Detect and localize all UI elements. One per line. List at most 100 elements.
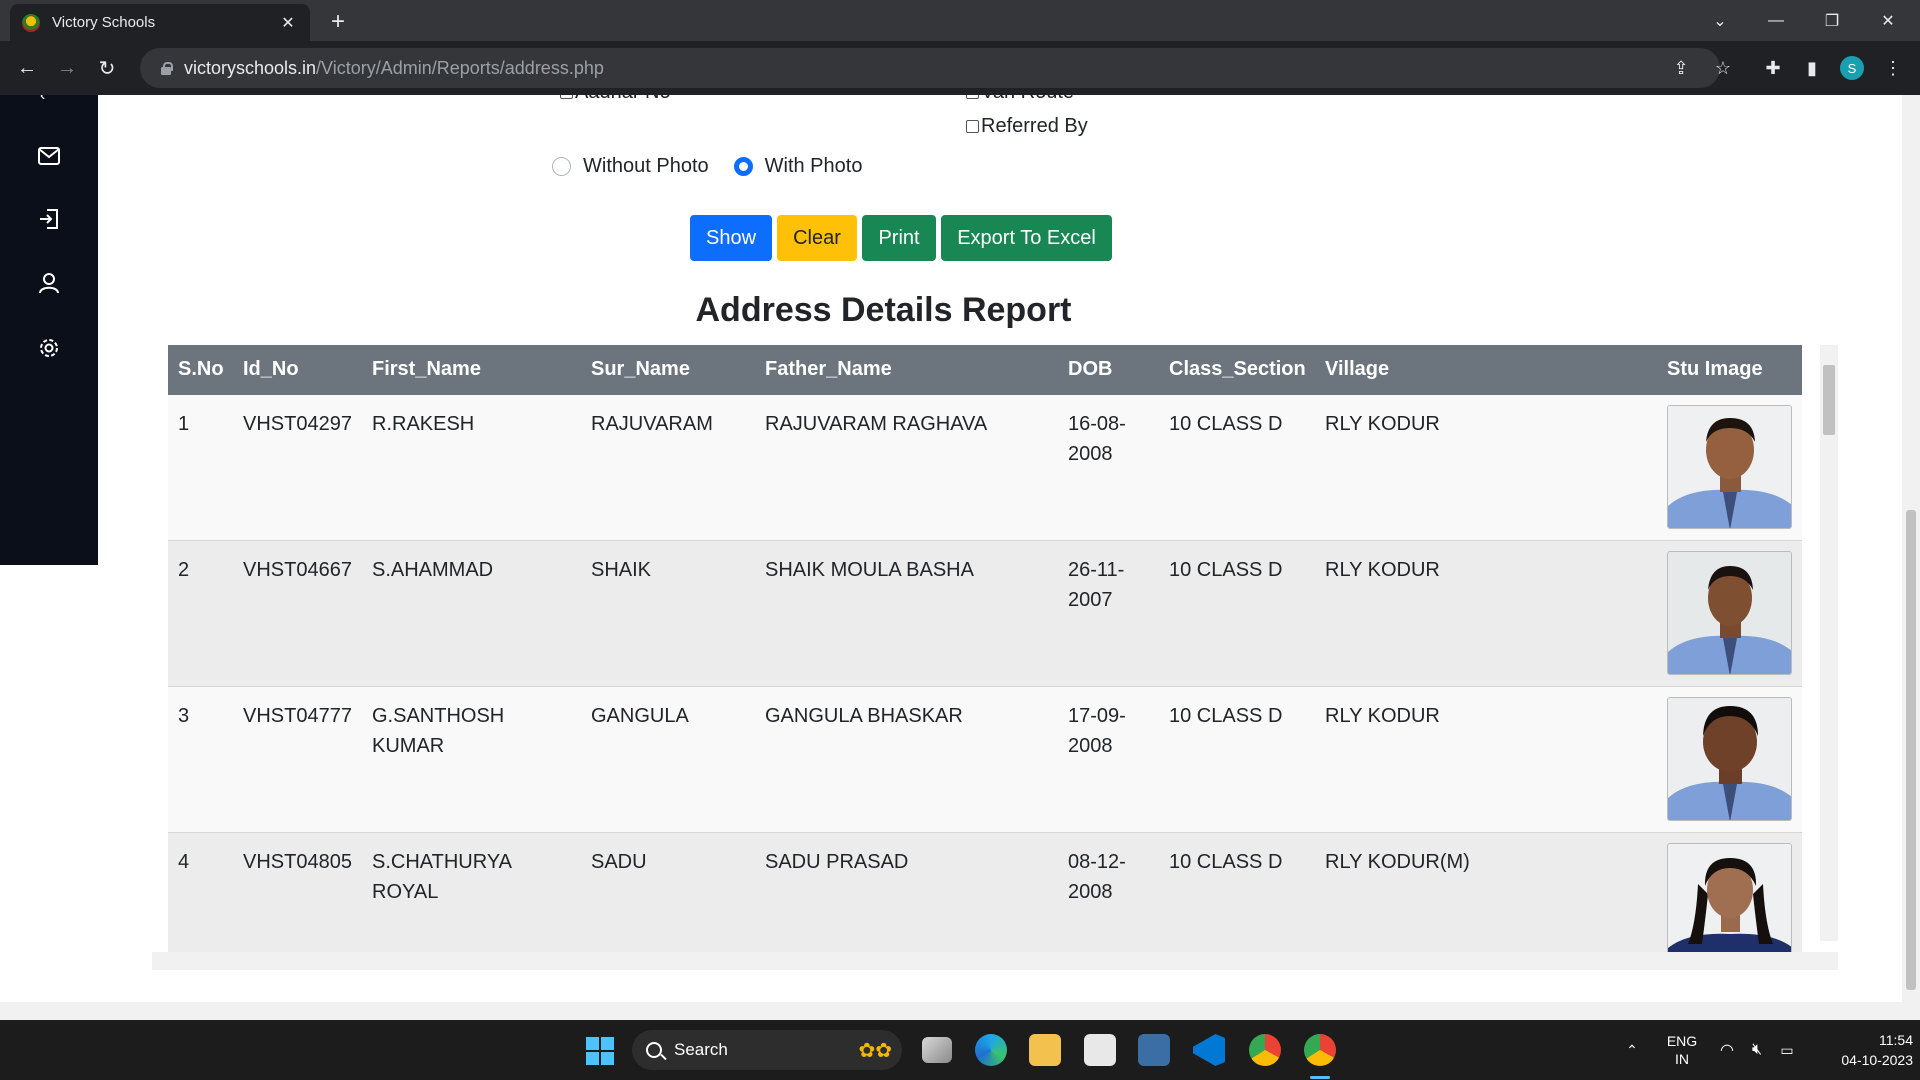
col-stu-image: Stu Image (1667, 358, 1763, 380)
cell-dob: 26-11-2007 (1068, 559, 1125, 611)
col-dob: DOB (1068, 358, 1113, 380)
cell-sur-name: GANGULA (591, 705, 689, 727)
checkbox-aadhar-no[interactable]: Aadhar No (560, 95, 671, 104)
edge-browser-icon[interactable] (975, 1034, 1007, 1066)
export-to-excel-button[interactable]: Export To Excel (941, 215, 1112, 261)
new-tab-icon[interactable]: + (324, 8, 352, 36)
student-photo (1667, 697, 1792, 821)
col-id-no: Id_No (243, 358, 299, 380)
forward-icon[interactable]: → (52, 53, 82, 83)
van-route-label: Van Route (981, 95, 1074, 104)
taskbar-search[interactable]: Search ✿✿ (632, 1030, 902, 1070)
with-photo-radio[interactable] (733, 157, 753, 176)
settings-gear-icon[interactable] (36, 335, 62, 361)
school-logo-icon (22, 13, 40, 32)
table-row: 4 VHST04805 S.CHATHURYA ROYAL SADU SADU … (168, 833, 1802, 952)
without-photo-radio[interactable] (552, 157, 571, 176)
table-row: 1 VHST04297 R.RAKESH RAJUVARAM RAJUVARAM… (168, 395, 1802, 541)
lang-code: ENG (1666, 1033, 1698, 1049)
cell-id-no: VHST04777 (243, 705, 352, 727)
table-row: 2 VHST04667 S.AHAMMAD SHAIK SHAIK MOULA … (168, 541, 1802, 687)
windows-taskbar: Search ✿✿ ⌃ ENG IN ◠ 🔇︎ ▭ 11:54 04-10-20… (0, 1020, 1920, 1080)
battery-icon[interactable]: ▭ (1774, 1020, 1800, 1080)
browser-menu-icon[interactable]: ⋮ (1880, 55, 1906, 81)
chevron-left-icon[interactable]: ‹ (40, 95, 45, 105)
file-explorer-icon[interactable] (1029, 1034, 1061, 1066)
reload-icon[interactable]: ↻ (92, 53, 122, 83)
col-sur-name: Sur_Name (591, 358, 690, 380)
checkbox-referred-by[interactable]: Referred By (966, 115, 1088, 138)
extensions-puzzle-icon[interactable]: ✚ (1760, 55, 1786, 81)
chrome-active-icon[interactable] (1304, 1034, 1336, 1066)
aadhar-checkbox[interactable] (560, 95, 573, 99)
close-tab-icon[interactable]: ✕ (278, 13, 298, 33)
lock-icon[interactable] (160, 61, 173, 75)
table-vertical-scrollbar[interactable] (1820, 345, 1838, 941)
vscode-icon[interactable] (1193, 1034, 1225, 1066)
back-icon[interactable]: ← (12, 53, 42, 83)
cell-sno: 3 (178, 705, 190, 727)
close-window-icon[interactable]: ✕ (1860, 0, 1916, 41)
restore-icon[interactable]: ❐ (1804, 0, 1860, 41)
without-photo-label[interactable]: Without Photo (583, 155, 709, 178)
student-photo (1667, 843, 1792, 952)
cell-first-name: S.AHAMMAD (372, 559, 494, 581)
mail-icon[interactable] (36, 143, 62, 169)
action-buttons: Show Clear Print Export To Excel (690, 215, 1117, 261)
system-clock[interactable]: 11:54 04-10-2023 (1815, 1030, 1913, 1070)
page-viewport: ‹ Aadhar No Van Route Referred By Withou… (0, 95, 1920, 1020)
with-photo-label[interactable]: With Photo (765, 155, 863, 178)
page-horizontal-scrollbar[interactable] (0, 1002, 1902, 1020)
cell-class-section: 10 CLASS D (1169, 851, 1283, 873)
cell-village: RLY KODUR (1325, 705, 1440, 727)
url-host: victoryschools.in (184, 57, 317, 78)
browser-tab[interactable]: Victory Schools ✕ (10, 4, 310, 41)
page-scroll-thumb[interactable] (1906, 510, 1916, 990)
referred-by-checkbox[interactable] (966, 120, 979, 133)
table-horizontal-scrollbar[interactable] (152, 952, 1838, 970)
cell-id-no: VHST04667 (243, 559, 352, 581)
cell-village: RLY KODUR (1325, 559, 1440, 581)
show-button[interactable]: Show (690, 215, 772, 261)
col-sno: S.No (178, 358, 224, 380)
speaker-muted-icon[interactable]: 🔇︎ (1744, 1020, 1770, 1080)
browser-tab-bar: Victory Schools ✕ + ⌄ — ❐ ✕ (0, 0, 1920, 41)
bookmark-star-icon[interactable]: ☆ (1710, 55, 1736, 81)
print-button[interactable]: Print (862, 215, 936, 261)
cell-father-name: RAJUVARAM RAGHAVA (765, 413, 988, 435)
col-father-name: Father_Name (765, 358, 892, 380)
clear-button[interactable]: Clear (777, 215, 857, 261)
table-header: S.No Id_No First_Name Sur_Name Father_Na… (168, 345, 1802, 395)
student-photo (1667, 551, 1792, 675)
address-report-table: S.No Id_No First_Name Sur_Name Father_Na… (168, 345, 1820, 952)
windows-start-icon[interactable] (586, 1037, 614, 1065)
tray-overflow-chevron-icon[interactable]: ⌃ (1620, 1020, 1644, 1080)
cell-sno: 1 (178, 413, 190, 435)
search-icon (646, 1042, 662, 1058)
checkbox-van-route[interactable]: Van Route (966, 95, 1074, 104)
col-first-name: First_Name (372, 358, 481, 380)
language-indicator[interactable]: ENG IN (1660, 1020, 1704, 1080)
minimize-icon[interactable]: — (1748, 0, 1804, 41)
task-view-icon[interactable] (922, 1037, 952, 1063)
side-panel-icon[interactable]: ▮ (1799, 55, 1825, 81)
van-route-checkbox[interactable] (966, 95, 979, 99)
login-icon[interactable] (36, 206, 62, 232)
wifi-icon[interactable]: ◠ (1714, 1020, 1740, 1080)
chrome-icon[interactable] (1249, 1034, 1281, 1066)
page-vertical-scrollbar[interactable] (1902, 95, 1920, 1020)
student-photo (1667, 405, 1792, 529)
tab-search-chevron-icon[interactable]: ⌄ (1692, 0, 1748, 41)
cell-sur-name: RAJUVARAM (591, 413, 713, 435)
cell-class-section: 10 CLASS D (1169, 413, 1283, 435)
profile-avatar[interactable]: S (1840, 56, 1864, 80)
table-scroll-thumb[interactable] (1823, 365, 1835, 435)
address-bar[interactable]: victoryschools.in/Victory/Admin/Reports/… (140, 48, 1720, 88)
cell-sur-name: SADU (591, 851, 647, 873)
photos-app-icon[interactable] (1138, 1034, 1170, 1066)
sunflower-widget-icon: ✿✿ (858, 1039, 892, 1062)
taskbar-search-label: Search (674, 1040, 728, 1059)
share-icon[interactable]: ⇪ (1668, 55, 1694, 81)
cell-dob: 08-12-2008 (1068, 851, 1126, 903)
microsoft-store-icon[interactable] (1084, 1034, 1116, 1066)
